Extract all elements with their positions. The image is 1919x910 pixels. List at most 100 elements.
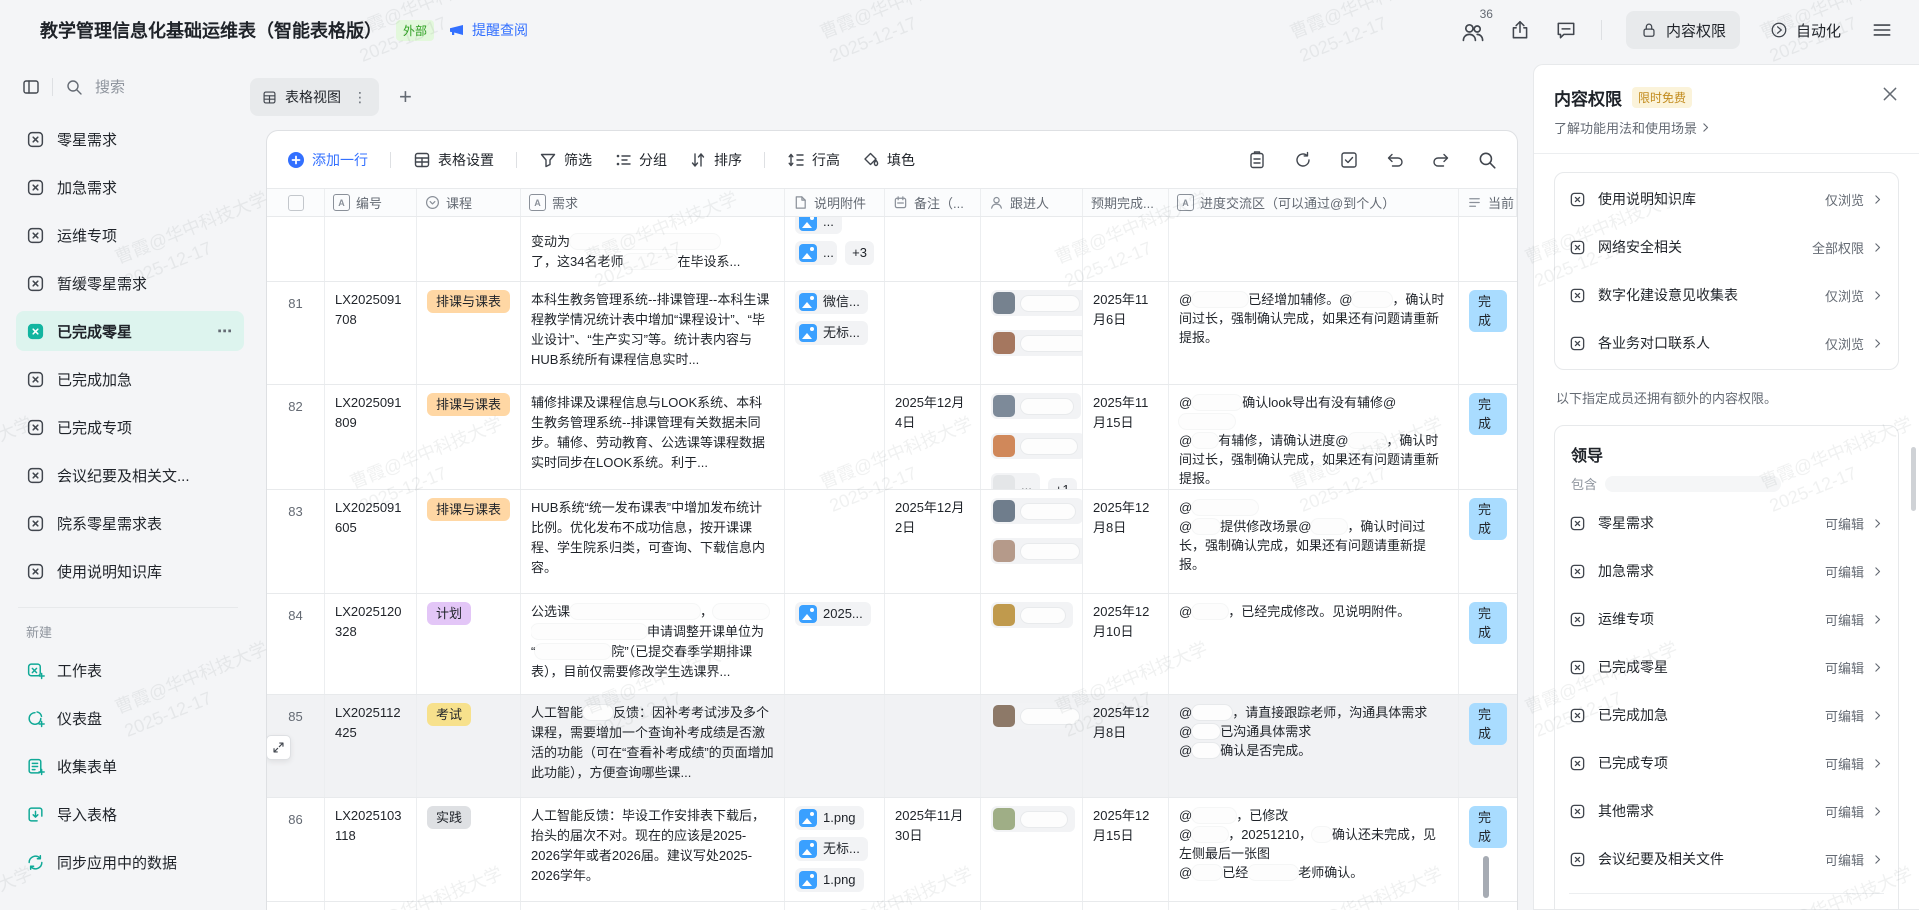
row-number-cell[interactable] [267,902,325,910]
status-done-badge[interactable]: 完成 [1469,602,1507,644]
status-cell[interactable]: 完成 [1459,385,1517,489]
id-cell[interactable]: LX2025091708 [325,282,417,384]
follower-cell[interactable]: ...+1 [981,385,1083,489]
demand-cell[interactable] [521,902,785,910]
attachment-cell[interactable] [785,695,885,797]
add-row-button[interactable]: 添加一行 [287,150,368,170]
new-item-5[interactable]: 同步应用中的数据 [16,843,244,881]
group-permission-row[interactable]: 运维专项可编辑 [1569,595,1884,643]
demand-cell[interactable]: 人工智能反馈：毕设工作安排表下载后，抬头的届次不对。现在的应该是2025-202… [521,798,785,901]
remark-cell[interactable] [885,594,981,694]
form-check-button[interactable] [1339,150,1359,170]
undo-button[interactable] [1385,150,1405,170]
sidebar-item-1[interactable]: 零星需求 [16,119,244,159]
attachment-cell[interactable]: ......+3 [785,217,885,281]
status-cell[interactable]: 完成 [1459,282,1517,384]
column-header-demand[interactable]: A需求 [521,189,785,216]
course-tag[interactable]: 实践 [427,806,471,829]
shared-permission-row[interactable]: 使用说明知识库仅浏览 [1569,175,1884,223]
course-tag[interactable]: 计划 [427,602,471,625]
remark-cell[interactable] [885,902,981,910]
progress-cell[interactable] [1169,902,1459,910]
content-permission-button[interactable]: 内容权限 [1626,11,1740,49]
follower-cell[interactable] [981,594,1083,694]
status-done-badge[interactable]: 完成 [1469,290,1507,332]
collaborators-button[interactable]: 36 [1461,14,1485,47]
column-header-progress[interactable]: A进度交流区（可以通过@到个人） [1169,189,1459,216]
attachment-cell[interactable]: 2025... [785,594,885,694]
progress-cell[interactable] [1169,217,1459,281]
sidebar-item-6[interactable]: 已完成加急 [16,359,244,399]
follower-chip[interactable] [991,806,1075,832]
new-item-1[interactable]: 工作表 [16,651,244,689]
sidebar-item-7[interactable]: 已完成专项 [16,407,244,447]
attachment-chip[interactable]: 微信... [795,290,868,314]
attachment-chip[interactable]: 无标... [795,837,868,861]
id-cell[interactable]: LX2025091605 [325,490,417,593]
demand-cell[interactable]: 本科生教务管理系统--排课管理--本科生课程教学情况统计表中增加“课程设计”、“… [521,282,785,384]
course-cell[interactable]: 排课与课表 [417,490,521,593]
sidebar-item-5[interactable]: 已完成零星⋯ [16,311,244,351]
course-cell[interactable]: 考试 [417,695,521,797]
sync-button[interactable] [1293,150,1313,170]
due-date-cell[interactable] [1083,902,1169,910]
remark-cell[interactable]: 2025年12月2日 [885,490,981,593]
hamburger-menu-button[interactable] [1871,19,1893,41]
due-date-cell[interactable]: 2025年11月6日 [1083,282,1169,384]
attachment-cell[interactable] [785,490,885,593]
attachment-chip[interactable]: 1.png [795,806,864,830]
row-number-cell[interactable]: 83 [267,490,325,593]
attachment-chip[interactable]: 2025... [795,602,871,626]
group-button[interactable]: 分组 [614,150,667,170]
panel-help-link[interactable]: 了解功能用法和使用场景 [1554,118,1712,137]
course-tag[interactable]: 排课与课表 [427,290,510,313]
fill-color-button[interactable]: 填色 [862,150,915,170]
follower-chip[interactable] [991,393,1081,419]
remark-cell[interactable]: 2025年12月4日 [885,385,981,489]
status-cell[interactable]: 完成 [1459,490,1517,593]
course-cell[interactable]: 排课与课表 [417,282,521,384]
follower-cell[interactable] [981,798,1083,901]
demand-cell[interactable]: HUB系统“统一发布课表”中增加发布统计比例。优化发布不成功信息，按开课课程、学… [521,490,785,593]
progress-cell[interactable]: @确认look导出有没有辅修@@有辅修，请确认进度@，确认时间过长，强制确认完成… [1169,385,1459,489]
group-permission-row[interactable]: 其他需求可编辑 [1569,787,1884,835]
row-number-cell[interactable]: 86 [267,798,325,901]
column-header-course[interactable]: 课程 [417,189,521,216]
due-date-cell[interactable]: 2025年12月8日 [1083,490,1169,593]
sort-button[interactable]: 排序 [689,150,742,170]
comment-button[interactable] [1555,19,1577,41]
due-date-cell[interactable]: 2025年12月10日 [1083,594,1169,694]
attachment-chip[interactable]: ... [795,241,837,265]
expand-record-button[interactable] [266,735,291,760]
column-header-due[interactable]: 预期完成... [1083,189,1169,216]
demand-cell[interactable]: 辅修排课及课程信息与LOOK系统、本科生教务管理系统--排课管理有关数据未同步。… [521,385,785,489]
clipboard-button[interactable] [1247,150,1267,170]
group-permission-row[interactable]: 已完成加急可编辑 [1569,691,1884,739]
follower-chip[interactable] [991,703,1083,729]
follower-chip[interactable] [991,602,1073,628]
row-number-cell[interactable]: 82 [267,385,325,489]
follower-cell[interactable] [981,490,1083,593]
shared-permission-row[interactable]: 网络安全相关全部权限 [1569,223,1884,271]
group-permission-row[interactable]: 加急需求可编辑 [1569,547,1884,595]
sidebar-item-10[interactable]: 使用说明知识库 [16,551,244,591]
status-done-badge[interactable]: 完成 [1469,393,1507,435]
follower-chip[interactable] [991,290,1083,316]
select-all-checkbox[interactable] [288,195,304,211]
shared-permission-row[interactable]: 各业务对口联系人仅浏览 [1569,319,1884,367]
progress-cell[interactable]: @，已经完成修改。见说明附件。 [1169,594,1459,694]
search-input[interactable]: 搜索 [95,76,125,97]
follower-chip[interactable] [991,538,1083,564]
shared-permission-row[interactable]: 数字化建设意见收集表仅浏览 [1569,271,1884,319]
remark-cell[interactable] [885,695,981,797]
redo-button[interactable] [1431,150,1451,170]
tab-more-icon[interactable]: ⋮ [349,89,367,106]
attachment-chip[interactable]: 1.png [795,868,864,892]
more-attachments-badge[interactable]: +3 [845,241,874,265]
demand-cell[interactable]: 人工智能反馈：因补考考试涉及多个课程，需要增加一个查询补考成绩是否激活的功能（可… [521,695,785,797]
status-done-badge[interactable]: 完成 [1469,498,1507,540]
group-permission-row[interactable]: 已完成零星可编辑 [1569,643,1884,691]
follower-chip[interactable] [991,330,1083,356]
follower-cell[interactable] [981,695,1083,797]
more-icon[interactable]: ⋯ [217,322,234,340]
